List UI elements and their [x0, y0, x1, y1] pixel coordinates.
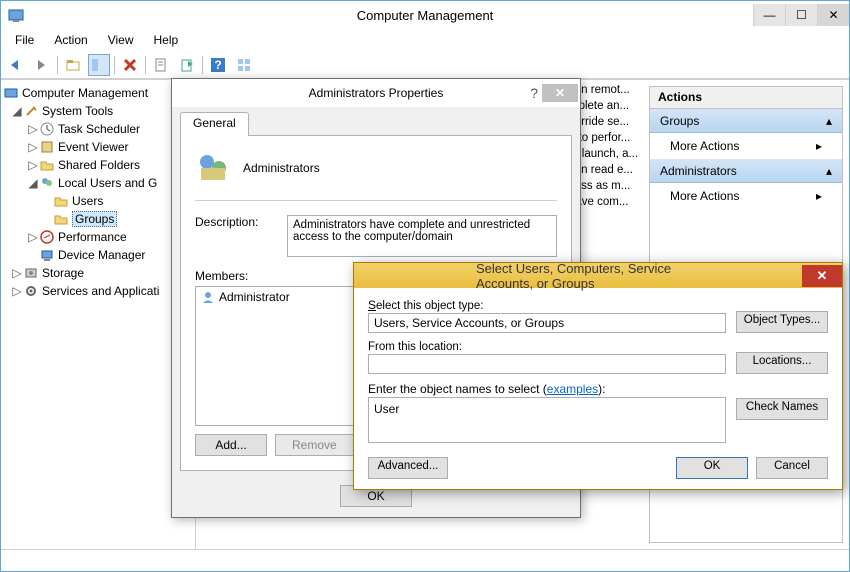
minimize-button[interactable]: —: [753, 4, 785, 26]
tree-local-users-groups[interactable]: ◢ Local Users and G: [3, 174, 193, 192]
window-title: Computer Management: [357, 8, 494, 23]
description-label: Description:: [195, 215, 277, 257]
dialog-title: Administrators Properties: [309, 86, 444, 100]
tiles-button[interactable]: [233, 54, 255, 76]
remove-button[interactable]: Remove: [275, 434, 354, 456]
advanced-button[interactable]: Advanced...: [368, 457, 448, 479]
expander-icon[interactable]: ▷: [11, 266, 23, 280]
action-more-actions-1[interactable]: More Actions ▸: [650, 133, 842, 159]
clock-icon: [39, 121, 55, 137]
menu-bar: File Action View Help: [1, 29, 849, 51]
users-groups-icon: [39, 175, 55, 191]
dialog-title: Select Users, Computers, Service Account…: [476, 261, 720, 291]
cancel-button[interactable]: Cancel: [756, 457, 828, 479]
action-group-groups[interactable]: Groups ▴: [650, 109, 842, 133]
tree-system-tools[interactable]: ◢ System Tools: [3, 102, 193, 120]
expander-icon[interactable]: ◢: [11, 104, 23, 118]
window-titlebar: Computer Management — ☐ ✕: [1, 1, 849, 29]
help-button[interactable]: ?: [207, 54, 229, 76]
collapse-icon: ▴: [826, 164, 832, 178]
user-icon: [201, 290, 215, 304]
computer-mgmt-icon: [3, 85, 19, 101]
event-viewer-icon: [39, 139, 55, 155]
folder-icon: [39, 157, 55, 173]
locations-button[interactable]: Locations...: [736, 352, 828, 374]
expander-icon[interactable]: ▷: [27, 122, 39, 136]
group-name: Administrators: [243, 161, 320, 175]
tree-device-manager[interactable]: Device Manager: [3, 246, 193, 264]
submenu-icon: ▸: [816, 139, 822, 153]
menu-action[interactable]: Action: [46, 31, 95, 49]
actions-header: Actions: [650, 87, 842, 109]
action-group-administrators[interactable]: Administrators ▴: [650, 159, 842, 183]
tree-shared-folders[interactable]: ▷ Shared Folders: [3, 156, 193, 174]
dialog-titlebar: Administrators Properties ? ✕: [172, 79, 580, 107]
svg-text:?: ?: [214, 58, 221, 72]
menu-view[interactable]: View: [100, 31, 142, 49]
close-button[interactable]: ✕: [802, 265, 842, 287]
expander-icon[interactable]: ▷: [11, 284, 23, 298]
folder-icon: [53, 211, 69, 227]
submenu-icon: ▸: [816, 189, 822, 203]
tree-services[interactable]: ▷ Services and Applicati: [3, 282, 193, 300]
tree-event-viewer[interactable]: ▷ Event Viewer: [3, 138, 193, 156]
app-icon: [7, 6, 25, 24]
tree-storage[interactable]: ▷ Storage: [3, 264, 193, 282]
delete-button[interactable]: [119, 54, 141, 76]
tree-root[interactable]: Computer Management: [3, 84, 193, 102]
dialog-titlebar: Select Users, Computers, Service Account…: [354, 263, 842, 288]
select-users-dialog: Select Users, Computers, Service Account…: [353, 262, 843, 490]
object-type-field[interactable]: Users, Service Accounts, or Groups: [368, 313, 726, 333]
toolbar: ?: [1, 51, 849, 79]
expander-icon[interactable]: ◢: [27, 176, 39, 190]
ok-button[interactable]: OK: [676, 457, 748, 479]
location-label: From this location:: [368, 341, 726, 353]
tab-strip: General: [172, 111, 580, 135]
menu-help[interactable]: Help: [146, 31, 187, 49]
collapse-icon: ▴: [826, 114, 832, 128]
export-button[interactable]: [176, 54, 198, 76]
object-types-button[interactable]: Object Types...: [736, 311, 828, 333]
close-button[interactable]: ✕: [542, 84, 578, 102]
close-button[interactable]: ✕: [817, 4, 849, 26]
tree-users[interactable]: Users: [3, 192, 193, 210]
device-manager-icon: [39, 247, 55, 263]
help-button[interactable]: ?: [530, 85, 538, 101]
examples-link[interactable]: examples: [547, 382, 598, 396]
add-button[interactable]: Add...: [195, 434, 267, 456]
object-names-label: Enter the object names to select (exampl…: [368, 382, 726, 396]
description-field[interactable]: Administrators have complete and unrestr…: [287, 215, 557, 257]
expander-icon[interactable]: ▷: [27, 158, 39, 172]
tree-groups[interactable]: Groups: [3, 210, 193, 228]
maximize-button[interactable]: ☐: [785, 4, 817, 26]
performance-icon: [39, 229, 55, 245]
expander-icon[interactable]: ▷: [27, 140, 39, 154]
back-button[interactable]: [5, 54, 27, 76]
services-icon: [23, 283, 39, 299]
check-names-button[interactable]: Check Names: [736, 398, 828, 420]
refresh-icon[interactable]: [150, 54, 172, 76]
up-button[interactable]: [62, 54, 84, 76]
properties-button[interactable]: [88, 54, 110, 76]
tree-performance[interactable]: ▷ Performance: [3, 228, 193, 246]
menu-file[interactable]: File: [7, 31, 42, 49]
tree-pane: Computer Management ◢ System Tools ▷ Tas…: [1, 80, 196, 549]
group-icon: [195, 150, 231, 186]
forward-button[interactable]: [31, 54, 53, 76]
tab-general[interactable]: General: [180, 112, 249, 136]
status-bar: [1, 549, 849, 571]
storage-icon: [23, 265, 39, 281]
object-type-label: SSelect this object type:elect this obje…: [368, 298, 726, 312]
expander-icon[interactable]: ▷: [27, 230, 39, 244]
tools-icon: [23, 103, 39, 119]
object-names-field[interactable]: User: [368, 397, 726, 443]
tree-task-scheduler[interactable]: ▷ Task Scheduler: [3, 120, 193, 138]
folder-icon: [53, 193, 69, 209]
action-more-actions-2[interactable]: More Actions ▸: [650, 183, 842, 209]
location-field[interactable]: [368, 354, 726, 374]
